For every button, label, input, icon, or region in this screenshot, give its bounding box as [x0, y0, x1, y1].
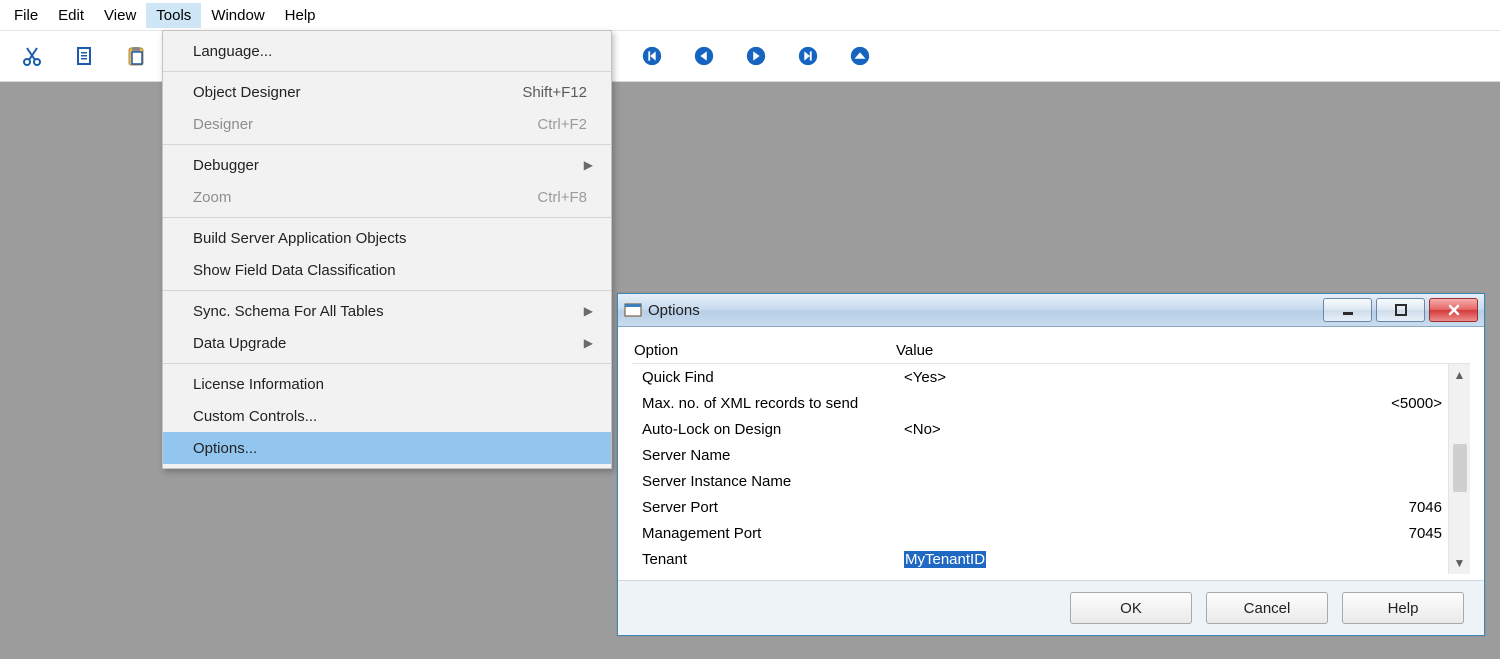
option-value[interactable]: 7046 [902, 499, 1470, 516]
chevron-right-icon: ▶ [584, 304, 593, 318]
option-value[interactable]: <5000> [902, 395, 1470, 412]
menu-item[interactable]: Object DesignerShift+F12 [163, 76, 611, 108]
paste-icon[interactable] [122, 42, 150, 70]
menu-item[interactable]: Debugger ▶ [163, 149, 611, 181]
menu-item-label: Sync. Schema For All Tables [193, 303, 578, 320]
maximize-button[interactable] [1376, 298, 1425, 322]
chevron-right-icon: ▶ [584, 336, 593, 350]
scroll-up-icon[interactable]: ▲ [1454, 368, 1466, 382]
menu-separator [163, 217, 611, 218]
menu-item-shortcut: Ctrl+F8 [537, 189, 587, 206]
option-row[interactable]: Server Port7046 [632, 494, 1470, 520]
option-name: Tenant [632, 551, 902, 568]
menu-separator [163, 363, 611, 364]
options-grid: Option Value Quick Find<Yes>Max. no. of … [632, 337, 1470, 574]
menu-item[interactable]: License Information [163, 368, 611, 400]
option-row[interactable]: Auto-Lock on Design<No> [632, 416, 1470, 442]
menu-window[interactable]: Window [201, 3, 274, 28]
menu-item-label: Options... [193, 440, 593, 457]
menu-item-label: License Information [193, 376, 593, 393]
menu-item-label: Object Designer [193, 84, 522, 101]
help-button[interactable]: Help [1342, 592, 1464, 624]
nav-next-icon[interactable] [742, 42, 770, 70]
option-name: Auto-Lock on Design [632, 421, 902, 438]
menu-item-shortcut: Ctrl+F2 [537, 116, 587, 133]
menu-item-label: Show Field Data Classification [193, 262, 593, 279]
window-buttons [1323, 298, 1478, 322]
menu-item-label: Language... [193, 43, 593, 60]
chevron-right-icon: ▶ [584, 158, 593, 172]
option-name: Quick Find [632, 369, 902, 386]
menu-item[interactable]: Build Server Application Objects [163, 222, 611, 254]
option-value[interactable]: <No> [902, 421, 1470, 438]
menu-tools[interactable]: Tools [146, 3, 201, 28]
scroll-thumb[interactable] [1453, 444, 1467, 492]
selected-value: MyTenantID [904, 551, 986, 568]
menu-separator [163, 290, 611, 291]
option-row[interactable]: Quick Find<Yes> [632, 364, 1470, 390]
menu-item-label: Data Upgrade [193, 335, 578, 352]
menu-item: DesignerCtrl+F2 [163, 108, 611, 140]
window-icon [624, 301, 642, 319]
menu-item-label: Custom Controls... [193, 408, 593, 425]
option-row[interactable]: Management Port7045 [632, 520, 1470, 546]
scroll-down-icon[interactable]: ▼ [1454, 556, 1466, 570]
menu-separator [163, 144, 611, 145]
grid-header: Option Value [632, 337, 1470, 364]
option-name: Max. no. of XML records to send [632, 395, 902, 412]
copy-icon[interactable] [70, 42, 98, 70]
menu-file[interactable]: File [4, 3, 48, 28]
option-row[interactable]: Server Name [632, 442, 1470, 468]
menu-item-label: Debugger [193, 157, 578, 174]
option-value[interactable]: 7045 [902, 525, 1470, 542]
ok-button[interactable]: OK [1070, 592, 1192, 624]
dialog-titlebar[interactable]: Options [618, 294, 1484, 327]
nav-last-icon[interactable] [794, 42, 822, 70]
menu-item-label: Zoom [193, 189, 537, 206]
option-row[interactable]: Server Instance Name [632, 468, 1470, 494]
option-name: Server Port [632, 499, 902, 516]
nav-up-icon[interactable] [846, 42, 874, 70]
cancel-button[interactable]: Cancel [1206, 592, 1328, 624]
option-name: Server Instance Name [632, 473, 902, 490]
menu-item[interactable]: Language... [163, 35, 611, 67]
tools-dropdown: Language...Object DesignerShift+F12Desig… [162, 30, 612, 469]
column-value[interactable]: Value [894, 342, 1470, 359]
menu-edit[interactable]: Edit [48, 3, 94, 28]
option-value[interactable]: MyTenantID [902, 551, 1470, 568]
menu-help[interactable]: Help [275, 3, 326, 28]
menu-view[interactable]: View [94, 3, 146, 28]
cut-icon[interactable] [18, 42, 46, 70]
menu-item[interactable]: Sync. Schema For All Tables ▶ [163, 295, 611, 327]
menu-item: ZoomCtrl+F8 [163, 181, 611, 213]
menu-item-label: Designer [193, 116, 537, 133]
option-row[interactable]: Max. no. of XML records to send<5000> [632, 390, 1470, 416]
close-button[interactable] [1429, 298, 1478, 322]
menu-item[interactable]: Show Field Data Classification [163, 254, 611, 286]
column-option[interactable]: Option [632, 342, 894, 359]
menu-item[interactable]: Options... [163, 432, 611, 464]
options-dialog: Options Option Value Quick Find<Yes>Max.… [617, 293, 1485, 636]
dialog-title: Options [648, 302, 1323, 319]
option-name: Management Port [632, 525, 902, 542]
menu-item[interactable]: Custom Controls... [163, 400, 611, 432]
option-value[interactable]: <Yes> [902, 369, 1470, 386]
dialog-footer: OK Cancel Help [618, 580, 1484, 635]
menu-item-label: Build Server Application Objects [193, 230, 593, 247]
menu-item[interactable]: Data Upgrade ▶ [163, 327, 611, 359]
option-row[interactable]: TenantMyTenantID [632, 546, 1470, 572]
nav-first-icon[interactable] [638, 42, 666, 70]
menu-item-shortcut: Shift+F12 [522, 84, 587, 101]
minimize-button[interactable] [1323, 298, 1372, 322]
option-name: Server Name [632, 447, 902, 464]
menu-separator [163, 71, 611, 72]
scrollbar[interactable]: ▲ ▼ [1448, 364, 1470, 574]
nav-prev-icon[interactable] [690, 42, 718, 70]
menu-bar: File Edit View Tools Window Help [0, 0, 1500, 31]
